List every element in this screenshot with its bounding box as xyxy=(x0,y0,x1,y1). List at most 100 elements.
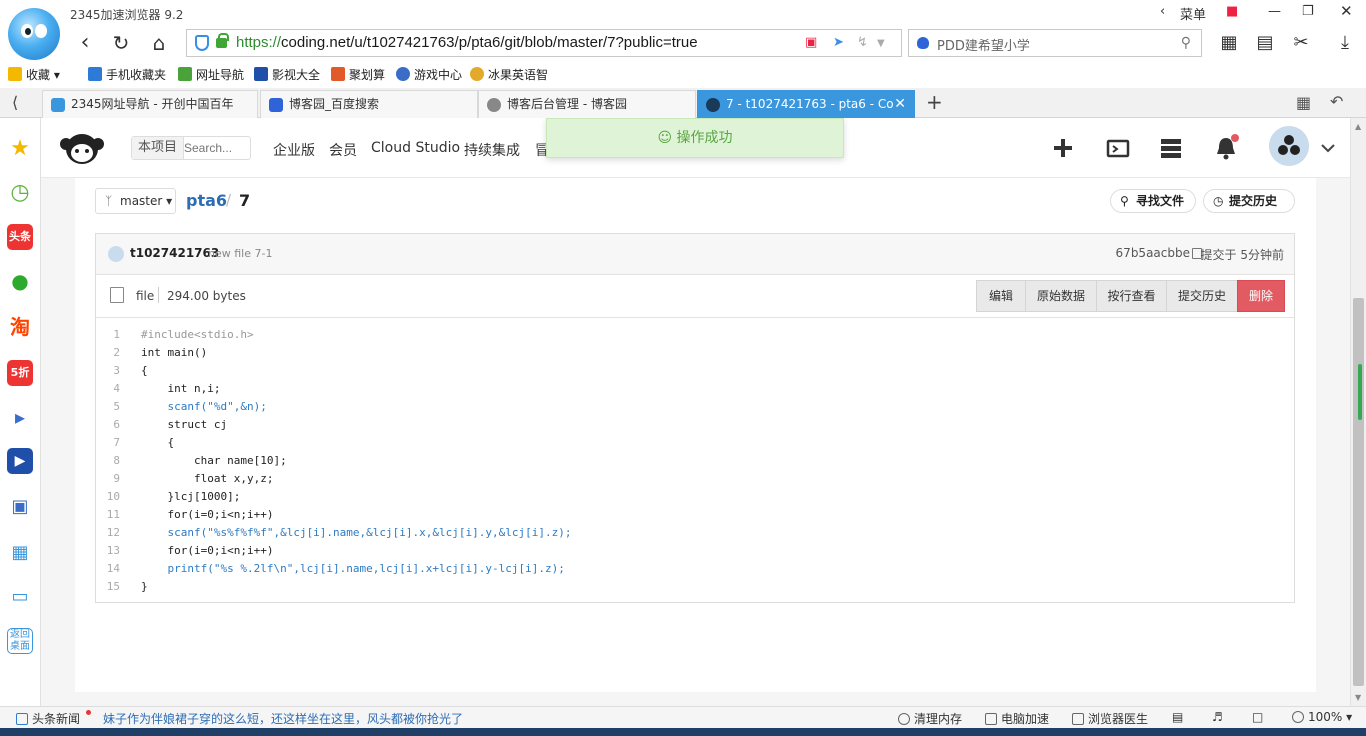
tab-list-icon[interactable]: ⟨ xyxy=(12,93,18,112)
menu-button[interactable]: 菜单 xyxy=(1180,4,1206,23)
nav-cloud-studio[interactable]: Cloud Studio xyxy=(371,140,460,156)
commit-user[interactable]: t1027421763 xyxy=(130,246,219,260)
project-search[interactable]: 本项目 xyxy=(131,136,251,160)
nav-member[interactable]: 会员 xyxy=(329,140,357,160)
find-file-button[interactable]: ⚲ 寻找文件 xyxy=(1110,189,1196,213)
rocket-icon[interactable]: ➤ xyxy=(833,35,844,50)
tab-baidu-search[interactable]: 博客园_百度搜索 xyxy=(260,90,478,118)
tab-coding-file[interactable]: 7 - t1027421763 - pta6 - Co ✕ xyxy=(697,90,915,118)
back-icon[interactable]: ‹ xyxy=(72,30,98,56)
calculator-icon[interactable]: ▦ xyxy=(7,540,33,566)
search-icon[interactable]: ⚲ xyxy=(1181,35,1191,51)
film-icon[interactable]: ▶ xyxy=(7,448,33,474)
line-text: int main() xyxy=(141,346,208,359)
screen-icon[interactable]: □ xyxy=(1252,710,1263,724)
back-desktop-button[interactable]: 返回桌面 xyxy=(7,628,33,654)
code-viewer[interactable]: 1 #include<stdio.h> 2 int main() 3{ 4 int … xyxy=(96,319,1294,602)
raw-button[interactable]: 原始数据 xyxy=(1025,280,1097,312)
lightning-icon[interactable]: ↯ xyxy=(857,35,868,50)
nav-ci[interactable]: 持续集成 xyxy=(464,140,520,160)
menu-chevron-icon[interactable]: ‹ xyxy=(1160,4,1165,19)
gamepad-icon[interactable]: ▸ xyxy=(7,404,33,430)
page-scrollbar[interactable]: ▲ ▼ xyxy=(1350,118,1366,706)
commit-history-button[interactable]: ◷ 提交历史 xyxy=(1203,189,1295,213)
download-icon[interactable]: ⤓ xyxy=(1334,32,1356,54)
code-line: 8 char name[10]; xyxy=(96,452,1294,470)
line-number: 11 xyxy=(106,508,120,521)
bookmark-deal[interactable]: 聚划算 xyxy=(331,66,385,83)
url-text[interactable]: https://coding.net/u/t1027421763/p/pta6/… xyxy=(236,34,698,51)
blame-button[interactable]: 按行查看 xyxy=(1096,280,1167,312)
address-bar[interactable]: https://coding.net/u/t1027421763/p/pta6/… xyxy=(186,29,902,57)
line-number: 5 xyxy=(113,400,120,413)
commit-message[interactable]: new file 7-1 xyxy=(208,247,272,260)
compat-icon[interactable]: ▤ xyxy=(1172,710,1183,724)
volume-icon[interactable]: ♬ xyxy=(1212,710,1223,724)
breadcrumb-repo[interactable]: pta6 xyxy=(186,191,227,210)
browser-doctor-button[interactable]: 浏览器医生 xyxy=(1072,710,1148,727)
chevron-down-icon[interactable]: ▼ xyxy=(877,38,885,49)
maximize-icon[interactable]: ❐ xyxy=(1302,4,1314,19)
minimize-icon[interactable]: — xyxy=(1268,4,1281,19)
computer-icon[interactable]: ▣ xyxy=(7,494,33,520)
line-number: 15 xyxy=(106,580,120,593)
code-line: 2 int main() xyxy=(96,344,1294,362)
os-taskbar xyxy=(0,728,1366,736)
favorites-star-icon[interactable]: ★ xyxy=(7,136,33,162)
bookmark-favorites[interactable]: 收藏 ▾ xyxy=(8,66,60,83)
plus-icon[interactable] xyxy=(1049,134,1077,162)
nav-enterprise[interactable]: 企业版 xyxy=(273,140,315,160)
code-line: 3{ xyxy=(96,362,1294,380)
clean-memory-button[interactable]: 清理内存 xyxy=(898,710,962,727)
close-icon[interactable]: ✕ xyxy=(1340,2,1353,20)
screen-badge-icon[interactable]: ▣ xyxy=(805,35,817,50)
tab-blog-admin[interactable]: 博客后台管理 - 博客园 xyxy=(478,90,696,118)
bookmark-nav[interactable]: 网址导航 xyxy=(178,66,244,83)
refresh-icon[interactable]: ↻ xyxy=(108,30,134,56)
commit-hash[interactable]: 67b5aacbbe xyxy=(1116,246,1190,260)
news-headline[interactable]: 妹子作为伴娘裙子穿的这么短，还这样坐在这里，风头都被你抢光了 xyxy=(103,710,463,727)
browser-search-box[interactable]: PDD建希望小学 ⚲ xyxy=(908,29,1202,57)
tab-close-icon[interactable]: ✕ xyxy=(894,91,906,117)
commit-avatar[interactable] xyxy=(108,246,124,262)
notepad-icon[interactable]: ▭ xyxy=(7,584,33,610)
discount-icon[interactable]: 5折 xyxy=(7,360,33,386)
undo-icon[interactable]: ↶ xyxy=(1330,92,1343,111)
scroll-up-icon[interactable]: ▲ xyxy=(1355,122,1361,131)
file-history-button[interactable]: 提交历史 xyxy=(1166,280,1238,312)
server-icon[interactable] xyxy=(1157,134,1185,162)
branch-selector[interactable]: ᛉ master ▾ xyxy=(95,188,176,214)
line-text: { xyxy=(141,436,175,449)
avatar[interactable] xyxy=(1269,126,1309,166)
home-icon[interactable]: ⌂ xyxy=(146,30,172,56)
bookmark-english[interactable]: 冰果英语智 xyxy=(470,66,548,83)
skin-icon[interactable]: ■ xyxy=(1226,4,1238,19)
tab-2345-nav[interactable]: 2345网址导航 - 开创中国百年 xyxy=(42,90,258,118)
taobao-icon[interactable]: 淘 xyxy=(7,314,33,340)
zoom-control[interactable]: 100% ▾ xyxy=(1292,710,1352,724)
scroll-down-icon[interactable]: ▼ xyxy=(1355,693,1361,702)
delete-button[interactable]: 删除 xyxy=(1237,280,1285,312)
headlines-icon[interactable]: 头条 xyxy=(7,224,33,250)
scope-label[interactable]: 本项目 xyxy=(132,137,185,159)
terminal-icon[interactable] xyxy=(1104,134,1132,162)
restore-icon[interactable]: ▦ xyxy=(1296,93,1311,112)
wechat-icon[interactable]: ● xyxy=(7,268,33,294)
scissors-icon[interactable]: ✂ xyxy=(1290,32,1312,54)
news-label[interactable]: 头条新闻 xyxy=(16,710,80,727)
reader-icon[interactable]: ▤ xyxy=(1254,32,1276,54)
bookmark-video[interactable]: 影视大全 xyxy=(254,66,320,83)
smile-icon: ☺ xyxy=(657,130,673,146)
pc-speedup-button[interactable]: 电脑加速 xyxy=(985,710,1049,727)
search-icon: ⚲ xyxy=(1120,194,1129,208)
apps-grid-icon[interactable]: ▦ xyxy=(1218,32,1240,54)
bookmark-games[interactable]: 游戏中心 xyxy=(396,66,462,83)
new-tab-icon[interactable]: + xyxy=(926,90,943,114)
chevron-down-icon[interactable] xyxy=(1314,134,1342,162)
edit-button[interactable]: 编辑 xyxy=(976,280,1026,312)
history-clock-icon[interactable]: ◷ xyxy=(7,180,33,206)
scroll-thumb[interactable] xyxy=(1353,298,1364,686)
project-search-input[interactable] xyxy=(184,138,248,158)
bookmark-mobile[interactable]: 手机收藏夹 xyxy=(88,66,166,83)
coding-logo-icon[interactable] xyxy=(59,130,105,166)
